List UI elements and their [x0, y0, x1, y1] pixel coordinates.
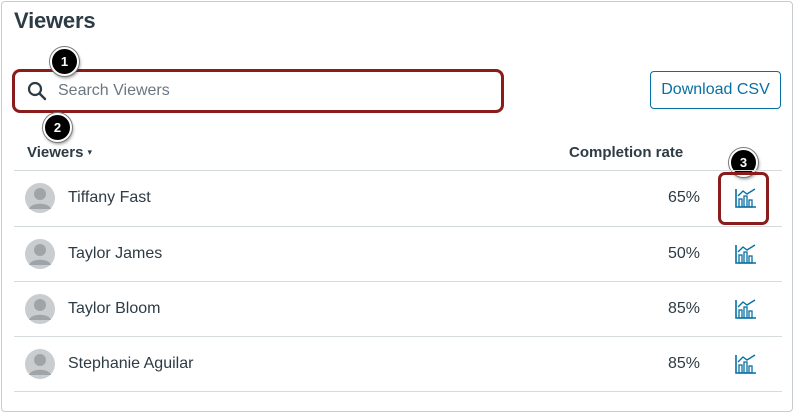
- completion-rate: 50%: [667, 245, 700, 262]
- chart-highlight-box: [718, 172, 769, 225]
- viewer-name: Taylor James: [68, 245, 163, 262]
- completion-rate: 85%: [667, 355, 700, 372]
- download-csv-button[interactable]: Download CSV: [650, 71, 781, 109]
- user-avatar-icon: [25, 349, 55, 379]
- table-row: Stephanie Aguilar 85%: [14, 337, 782, 392]
- user-avatar-icon: [25, 294, 55, 324]
- page-title: Viewers: [14, 8, 96, 33]
- completion-rate-column-header: Completion rate: [569, 144, 684, 161]
- table-row: Tiffany Fast 65%: [14, 171, 782, 226]
- callout-badge-2: 2: [43, 113, 72, 142]
- analytics-chart-icon[interactable]: [734, 298, 758, 320]
- search-field[interactable]: [18, 75, 498, 107]
- search-icon: [27, 81, 47, 101]
- viewers-column-header[interactable]: Viewers ▾: [27, 144, 92, 161]
- table-row: Taylor Bloom 85%: [14, 282, 782, 337]
- analytics-chart-icon[interactable]: [734, 353, 758, 375]
- table-row: Taylor James 50%: [14, 227, 782, 282]
- viewers-column-label: Viewers: [27, 144, 84, 161]
- user-avatar-icon: [25, 239, 55, 269]
- completion-rate: 65%: [667, 189, 700, 206]
- sort-arrow-icon: ▾: [87, 147, 92, 157]
- completion-rate: 85%: [667, 300, 700, 317]
- viewer-name: Tiffany Fast: [68, 189, 151, 206]
- row-divider: [14, 391, 782, 392]
- analytics-chart-icon[interactable]: [734, 243, 758, 265]
- search-input[interactable]: [58, 75, 498, 107]
- viewer-name: Taylor Bloom: [68, 300, 161, 317]
- viewer-name: Stephanie Aguilar: [68, 355, 194, 372]
- search-highlight-box: [12, 69, 504, 113]
- user-avatar-icon: [25, 183, 55, 213]
- callout-badge-1: 1: [50, 47, 79, 76]
